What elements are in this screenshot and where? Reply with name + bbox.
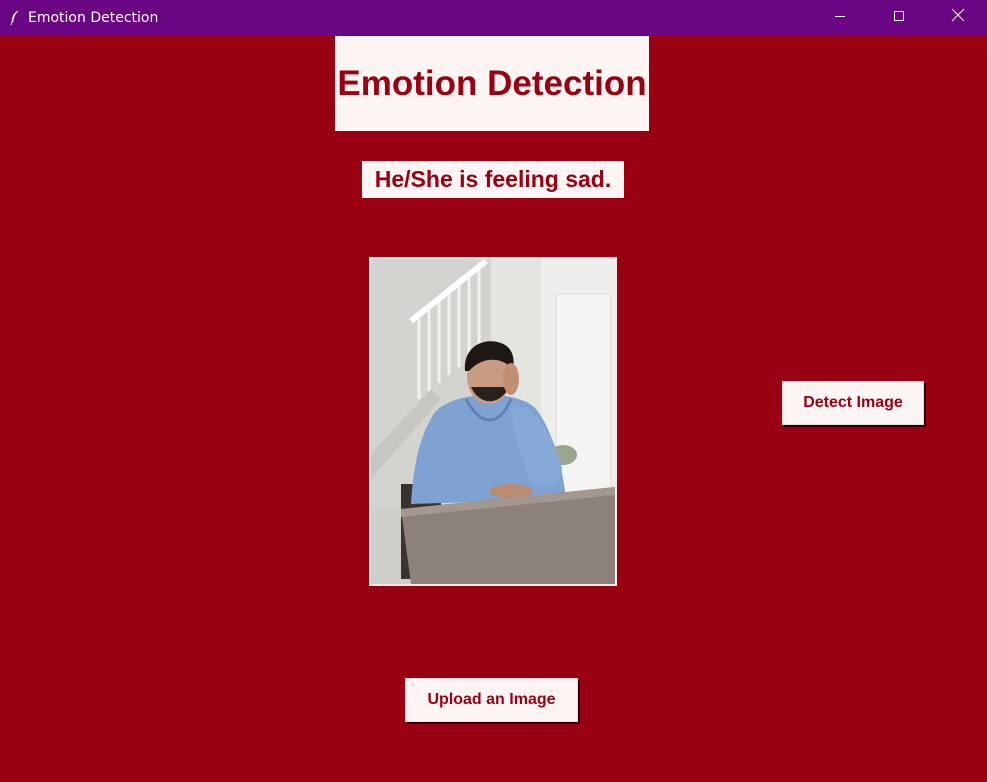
title-bar[interactable]: Emotion Detection xyxy=(0,0,987,35)
uploaded-photo xyxy=(369,257,617,586)
detect-image-button[interactable]: Detect Image xyxy=(782,381,924,425)
app-window: Emotion Detection Emotion Detection He/S… xyxy=(0,0,987,782)
feather-icon xyxy=(4,0,26,35)
emotion-result-label: He/She is feeling sad. xyxy=(362,161,624,198)
close-button[interactable] xyxy=(928,0,987,35)
upload-image-button[interactable]: Upload an Image xyxy=(405,678,578,722)
window-title: Emotion Detection xyxy=(28,9,159,26)
maximize-icon xyxy=(893,9,905,27)
page-title: Emotion Detection xyxy=(335,36,649,131)
minimize-icon xyxy=(834,9,846,27)
maximize-button[interactable] xyxy=(869,0,928,35)
minimize-button[interactable] xyxy=(810,0,869,35)
close-icon xyxy=(951,8,965,27)
window-controls xyxy=(810,0,987,35)
